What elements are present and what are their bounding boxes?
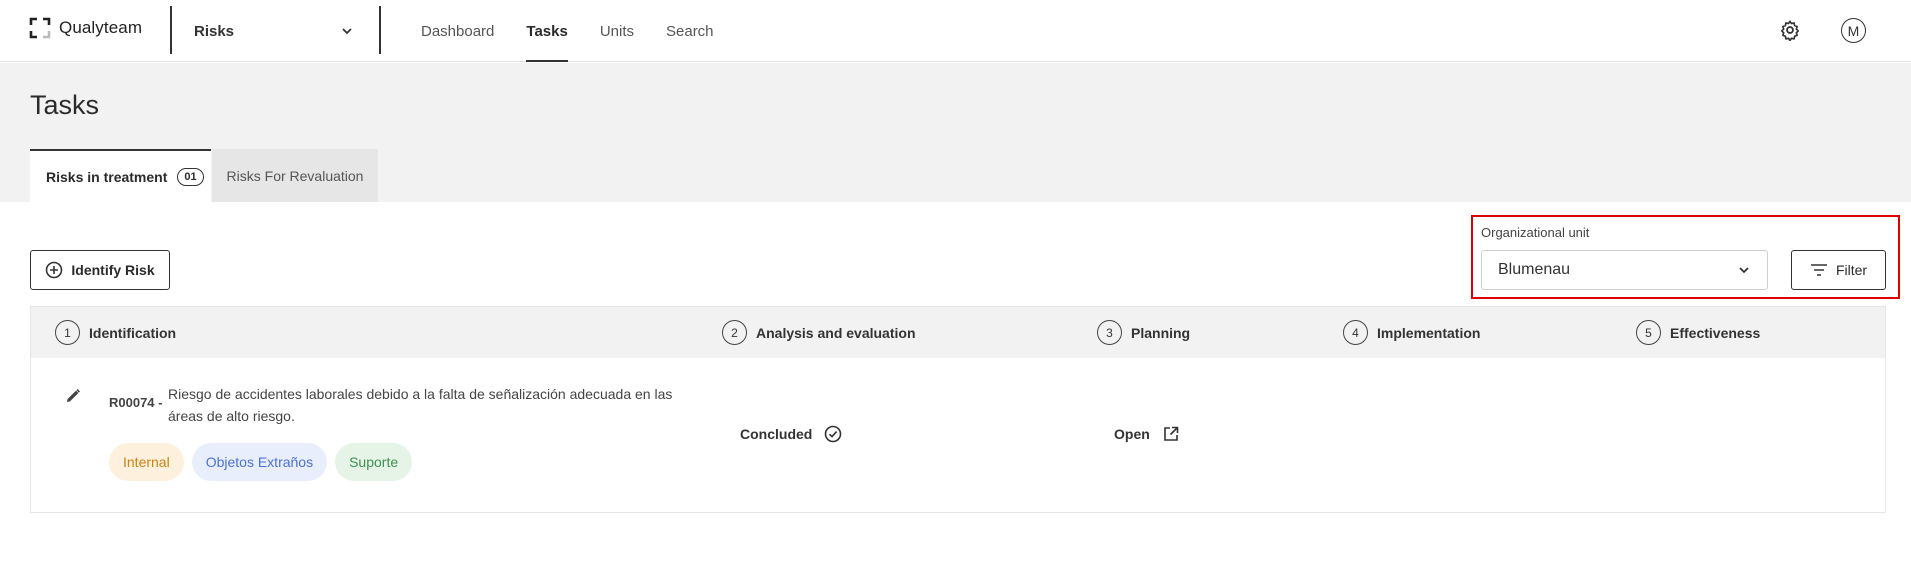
page-title: Tasks bbox=[30, 90, 100, 120]
step-number: 5 bbox=[1636, 320, 1661, 345]
pencil-icon[interactable] bbox=[64, 387, 82, 405]
org-unit-value: Blumenau bbox=[1498, 261, 1571, 278]
tab-count-badge: 01 bbox=[177, 167, 204, 186]
tab-label: Risks For Revaluation bbox=[226, 167, 364, 184]
column-planning: 3 Planning bbox=[1097, 320, 1190, 345]
nav-search[interactable]: Search bbox=[666, 0, 714, 62]
filter-label: Filter bbox=[1835, 262, 1868, 278]
column-label: Planning bbox=[1131, 324, 1191, 341]
step-number: 1 bbox=[55, 320, 80, 345]
analysis-status-label: Concluded bbox=[740, 426, 813, 442]
risk-id[interactable]: R00074 - bbox=[109, 395, 162, 410]
column-effectiveness: 5 Effectiveness bbox=[1636, 320, 1760, 345]
nav-tasks[interactable]: Tasks bbox=[526, 0, 569, 62]
nav-units[interactable]: Units bbox=[600, 0, 634, 62]
tab-label: Risks in treatment bbox=[46, 168, 168, 185]
filter-button[interactable]: Filter bbox=[1791, 250, 1886, 290]
gear-icon[interactable] bbox=[1779, 19, 1801, 41]
org-unit-select[interactable]: Blumenau bbox=[1481, 250, 1768, 290]
tag-internal: Internal bbox=[109, 443, 184, 481]
header-divider bbox=[379, 6, 381, 54]
identify-risk-label: Identify Risk bbox=[71, 262, 155, 278]
module-select-value: Risks bbox=[194, 22, 235, 40]
chevron-down-icon bbox=[342, 28, 352, 35]
tab-risks-in-treatment[interactable]: Risks in treatment 01 bbox=[30, 149, 211, 202]
analysis-status: Concluded bbox=[740, 425, 842, 443]
check-circle-icon bbox=[825, 425, 842, 443]
column-analysis: 2 Analysis and evaluation bbox=[722, 320, 916, 345]
step-number: 2 bbox=[722, 320, 747, 345]
planning-status-label: Open bbox=[1114, 426, 1150, 442]
open-external-icon[interactable] bbox=[1162, 425, 1180, 443]
main-nav: Dashboard Tasks Units Search bbox=[421, 0, 746, 62]
step-number: 3 bbox=[1097, 320, 1122, 345]
table-header: 1 Identification 2 Analysis and evaluati… bbox=[31, 307, 1885, 358]
tag-suporte: Suporte bbox=[335, 443, 413, 481]
org-unit-label: Organizational unit bbox=[1481, 225, 1590, 240]
nav-dashboard[interactable]: Dashboard bbox=[421, 0, 494, 62]
column-label: Identification bbox=[89, 324, 177, 341]
app-name: Qualyteam bbox=[59, 18, 143, 37]
planning-status[interactable]: Open bbox=[1114, 425, 1180, 443]
top-bar: Qualyteam Risks Dashboard Tasks Units Se… bbox=[0, 0, 1911, 62]
column-label: Analysis and evaluation bbox=[756, 324, 916, 341]
risk-table: 1 Identification 2 Analysis and evaluati… bbox=[30, 306, 1886, 513]
column-label: Effectiveness bbox=[1670, 324, 1761, 341]
risk-description: Riesgo de accidentes laborales debido a … bbox=[168, 386, 673, 424]
app-logo[interactable]: Qualyteam bbox=[29, 17, 142, 39]
tag-objetos-extranos: Objetos Extraños bbox=[191, 443, 328, 481]
column-identification: 1 Identification bbox=[55, 320, 176, 345]
tab-risks-for-revaluation[interactable]: Risks For Revaluation bbox=[212, 149, 378, 202]
identify-risk-button[interactable]: Identify Risk bbox=[30, 250, 170, 290]
header-divider bbox=[170, 6, 172, 54]
filter-icon bbox=[1810, 264, 1827, 276]
risk-tags: Internal Objetos Extraños Suporte bbox=[109, 443, 413, 481]
avatar[interactable]: M bbox=[1841, 18, 1866, 43]
chevron-down-icon bbox=[1739, 267, 1749, 274]
column-label: Implementation bbox=[1377, 324, 1481, 341]
plus-circle-icon bbox=[46, 261, 63, 279]
step-number: 4 bbox=[1343, 320, 1368, 345]
column-implementation: 4 Implementation bbox=[1343, 320, 1480, 345]
module-select[interactable]: Risks bbox=[194, 19, 354, 43]
qualyteam-logo-icon bbox=[29, 17, 51, 39]
